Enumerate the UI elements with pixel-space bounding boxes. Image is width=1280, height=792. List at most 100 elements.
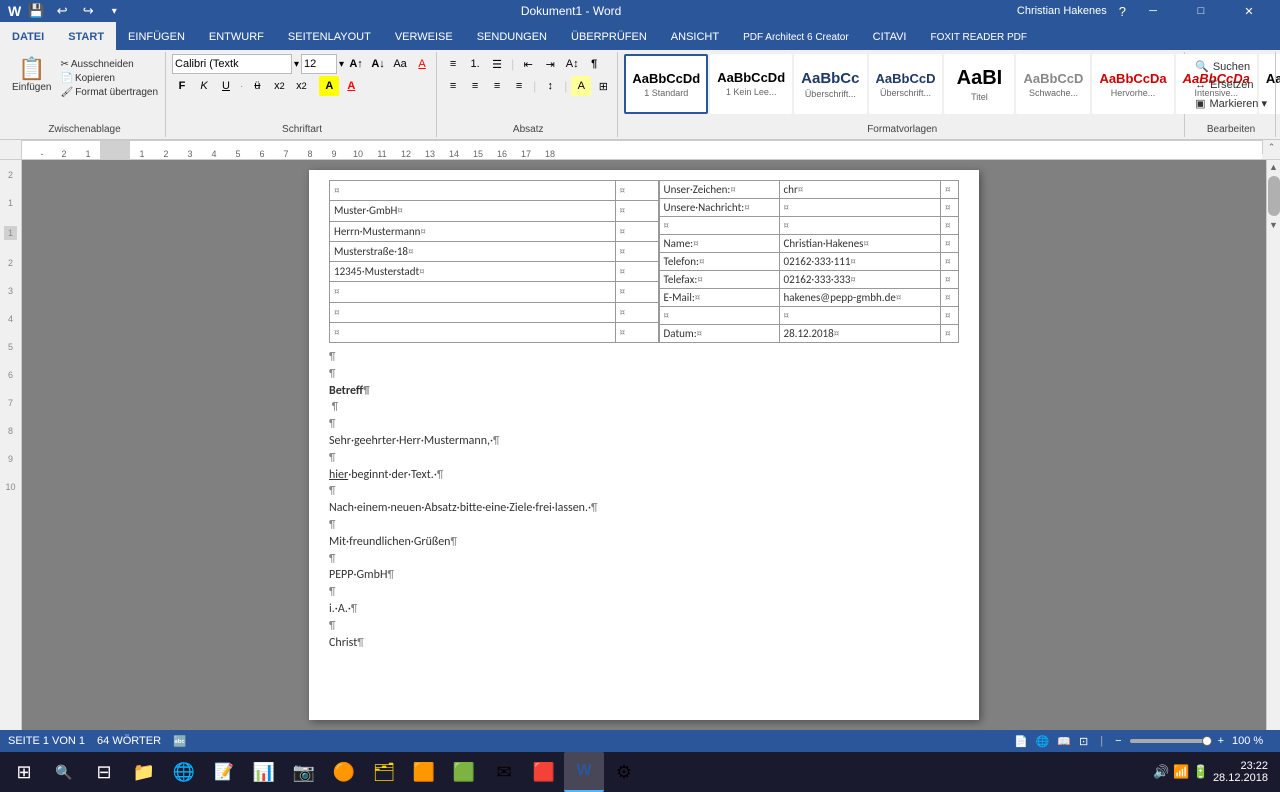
tab-sendungen[interactable]: SENDUNGEN <box>465 22 559 50</box>
camera-button[interactable]: 📷 <box>284 752 324 792</box>
text-highlight-button[interactable]: A <box>319 76 339 96</box>
borders-button[interactable]: ⊞ <box>593 76 613 96</box>
ersetzen-button[interactable]: ↔ Ersetzen <box>1191 77 1271 93</box>
redo-button[interactable]: ↪ <box>77 0 99 22</box>
tab-ansicht[interactable]: ANSICHT <box>659 22 731 50</box>
copy-button[interactable]: 📄 Kopieren <box>57 72 161 85</box>
tab-citavi[interactable]: CITAVI <box>861 22 919 50</box>
vertical-scrollbar[interactable]: ▲ ▼ <box>1266 160 1280 730</box>
scroll-thumb[interactable] <box>1268 176 1280 216</box>
show-formatting-button[interactable]: ¶ <box>584 54 604 74</box>
folder2-button[interactable]: 🗂 <box>364 752 404 792</box>
customize-quick-access-button[interactable]: ▾ <box>103 0 125 22</box>
strikethrough-button[interactable]: ü <box>247 76 267 96</box>
doc-greeting-line[interactable]: Sehr·geehrter·Herr·Mustermann,·¶ <box>329 433 959 450</box>
cut-button[interactable]: ✂ Ausschneiden <box>57 58 161 71</box>
font-color-button[interactable]: A <box>341 76 361 96</box>
style-ueberschrift2[interactable]: AaBbCcD Überschrift... <box>869 54 943 114</box>
font-name-dropdown-icon[interactable]: ▾ <box>294 59 299 70</box>
tab-verweise[interactable]: VERWEISE <box>383 22 465 50</box>
language-indicator-icon[interactable]: 🔤 <box>173 735 187 748</box>
doc-betreff-line[interactable]: Betreff¶ <box>329 383 959 400</box>
markieren-button[interactable]: ▣ Markieren ▾ <box>1191 95 1271 112</box>
tab-foxit[interactable]: FOXIT READER PDF <box>919 22 1040 50</box>
multilevel-button[interactable]: ☰ <box>487 54 507 74</box>
decrease-indent-button[interactable]: ⇤ <box>518 54 538 74</box>
shading-button[interactable]: A <box>571 76 591 96</box>
tab-ueberpruefen[interactable]: ÜBERPRÜFEN <box>559 22 659 50</box>
minimize-button[interactable]: ─ <box>1130 0 1176 22</box>
font-size-input[interactable] <box>301 54 337 74</box>
line-spacing-button[interactable]: ↕ <box>540 76 560 96</box>
font-shrink-button[interactable]: A↓ <box>368 54 388 74</box>
tab-start[interactable]: START <box>56 22 116 50</box>
help-icon[interactable]: ? <box>1119 4 1126 19</box>
mail-button[interactable]: ✉ <box>484 752 524 792</box>
numbering-button[interactable]: 1. <box>465 54 485 74</box>
tab-datei[interactable]: DATEI <box>0 22 56 50</box>
notepad-button[interactable]: 📝 <box>204 752 244 792</box>
style-standard[interactable]: AaBbCcDd 1 Standard <box>624 54 708 114</box>
scroll-up-button[interactable]: ▲ <box>1267 160 1280 174</box>
save-button[interactable]: 💾 <box>25 0 47 22</box>
align-center-button[interactable]: ≡ <box>465 76 485 96</box>
font-case-button[interactable]: Aa <box>390 54 410 74</box>
zoom-plus-button[interactable]: + <box>1218 735 1224 747</box>
start-button[interactable]: ⊞ <box>4 752 44 792</box>
edge-button[interactable]: 🌐 <box>164 752 204 792</box>
style-kein[interactable]: AaBbCcDd 1 Kein Lee... <box>710 54 792 114</box>
zoom-percent[interactable]: 100 % <box>1232 735 1272 747</box>
word-taskbar-button[interactable]: W <box>564 752 604 792</box>
superscript-button[interactable]: x2 <box>291 76 311 96</box>
ruler-expand-button[interactable]: ⌃ <box>1262 140 1280 154</box>
font-clear-button[interactable]: A <box>412 54 432 74</box>
settings-button[interactable]: ⚙ <box>604 752 644 792</box>
bold-button[interactable]: F <box>172 76 192 96</box>
powerpoint-button[interactable]: 📊 <box>244 752 284 792</box>
zoom-thumb[interactable] <box>1202 736 1212 746</box>
view-layout-icon[interactable]: ⊡ <box>1079 735 1088 748</box>
tab-seitenlayout[interactable]: SEITENLAYOUT <box>276 22 383 50</box>
font-size-dropdown-icon[interactable]: ▾ <box>339 59 344 70</box>
align-left-button[interactable]: ≡ <box>443 76 463 96</box>
scroll-down-button[interactable]: ▼ <box>1267 218 1280 232</box>
doc-company-line[interactable]: PEPP·GmbH¶ <box>329 567 959 584</box>
doc-body-line-2[interactable]: Nach·einem·neuen·Absatz·bitte·eine·Ziele… <box>329 500 959 517</box>
underline-button[interactable]: U <box>216 76 236 96</box>
taskview-button[interactable]: ⊟ <box>84 752 124 792</box>
maximize-button[interactable]: □ <box>1178 0 1224 22</box>
increase-indent-button[interactable]: ⇥ <box>540 54 560 74</box>
doc-name-line[interactable]: Christ¶ <box>329 635 959 652</box>
chrome-button[interactable]: 🟠 <box>324 752 364 792</box>
view-print-icon[interactable]: 📄 <box>1014 735 1028 748</box>
italic-button[interactable]: K <box>194 76 214 96</box>
style-ueberschrift1[interactable]: AaBbCc Überschrift... <box>794 54 866 114</box>
view-web-icon[interactable]: 🌐 <box>1036 735 1050 748</box>
style-hervorhe[interactable]: AaBbCcDa Hervorhe... <box>1092 54 1173 114</box>
tab-einfuegen[interactable]: EINFÜGEN <box>116 22 197 50</box>
align-right-button[interactable]: ≡ <box>487 76 507 96</box>
zoom-minus-button[interactable]: − <box>1115 735 1121 747</box>
style-titel[interactable]: AaBI Titel <box>944 54 1014 114</box>
app2-button[interactable]: 🟩 <box>444 752 484 792</box>
bullets-button[interactable]: ≡ <box>443 54 463 74</box>
paste-button[interactable]: 📋 Einfügen <box>8 54 55 95</box>
undo-button[interactable]: ↩ <box>51 0 73 22</box>
tab-pdf-architect[interactable]: PDF Architect 6 Creator <box>731 22 861 50</box>
tab-entwurf[interactable]: ENTWURF <box>197 22 276 50</box>
explorer-button[interactable]: 📁 <box>124 752 164 792</box>
doc-ia-line[interactable]: i.·A.·¶ <box>329 601 959 618</box>
font-grow-button[interactable]: A↑ <box>346 54 366 74</box>
suchen-button[interactable]: 🔍 Suchen <box>1191 58 1271 75</box>
doc-closing-line[interactable]: Mit·freundlichen·Grüßen¶ <box>329 534 959 551</box>
format-painter-button[interactable]: 🖌 Format übertragen <box>57 86 161 99</box>
subscript-button[interactable]: x2 <box>269 76 289 96</box>
search-button[interactable]: 🔍 <box>44 752 84 792</box>
font-name-input[interactable] <box>172 54 292 74</box>
zoom-slider[interactable] <box>1130 739 1210 743</box>
sort-button[interactable]: A↕ <box>562 54 582 74</box>
style-schwache[interactable]: AaBbCcD Schwache... <box>1016 54 1090 114</box>
close-button[interactable]: ✕ <box>1226 0 1272 22</box>
app3-button[interactable]: 🟥 <box>524 752 564 792</box>
justify-button[interactable]: ≡ <box>509 76 529 96</box>
